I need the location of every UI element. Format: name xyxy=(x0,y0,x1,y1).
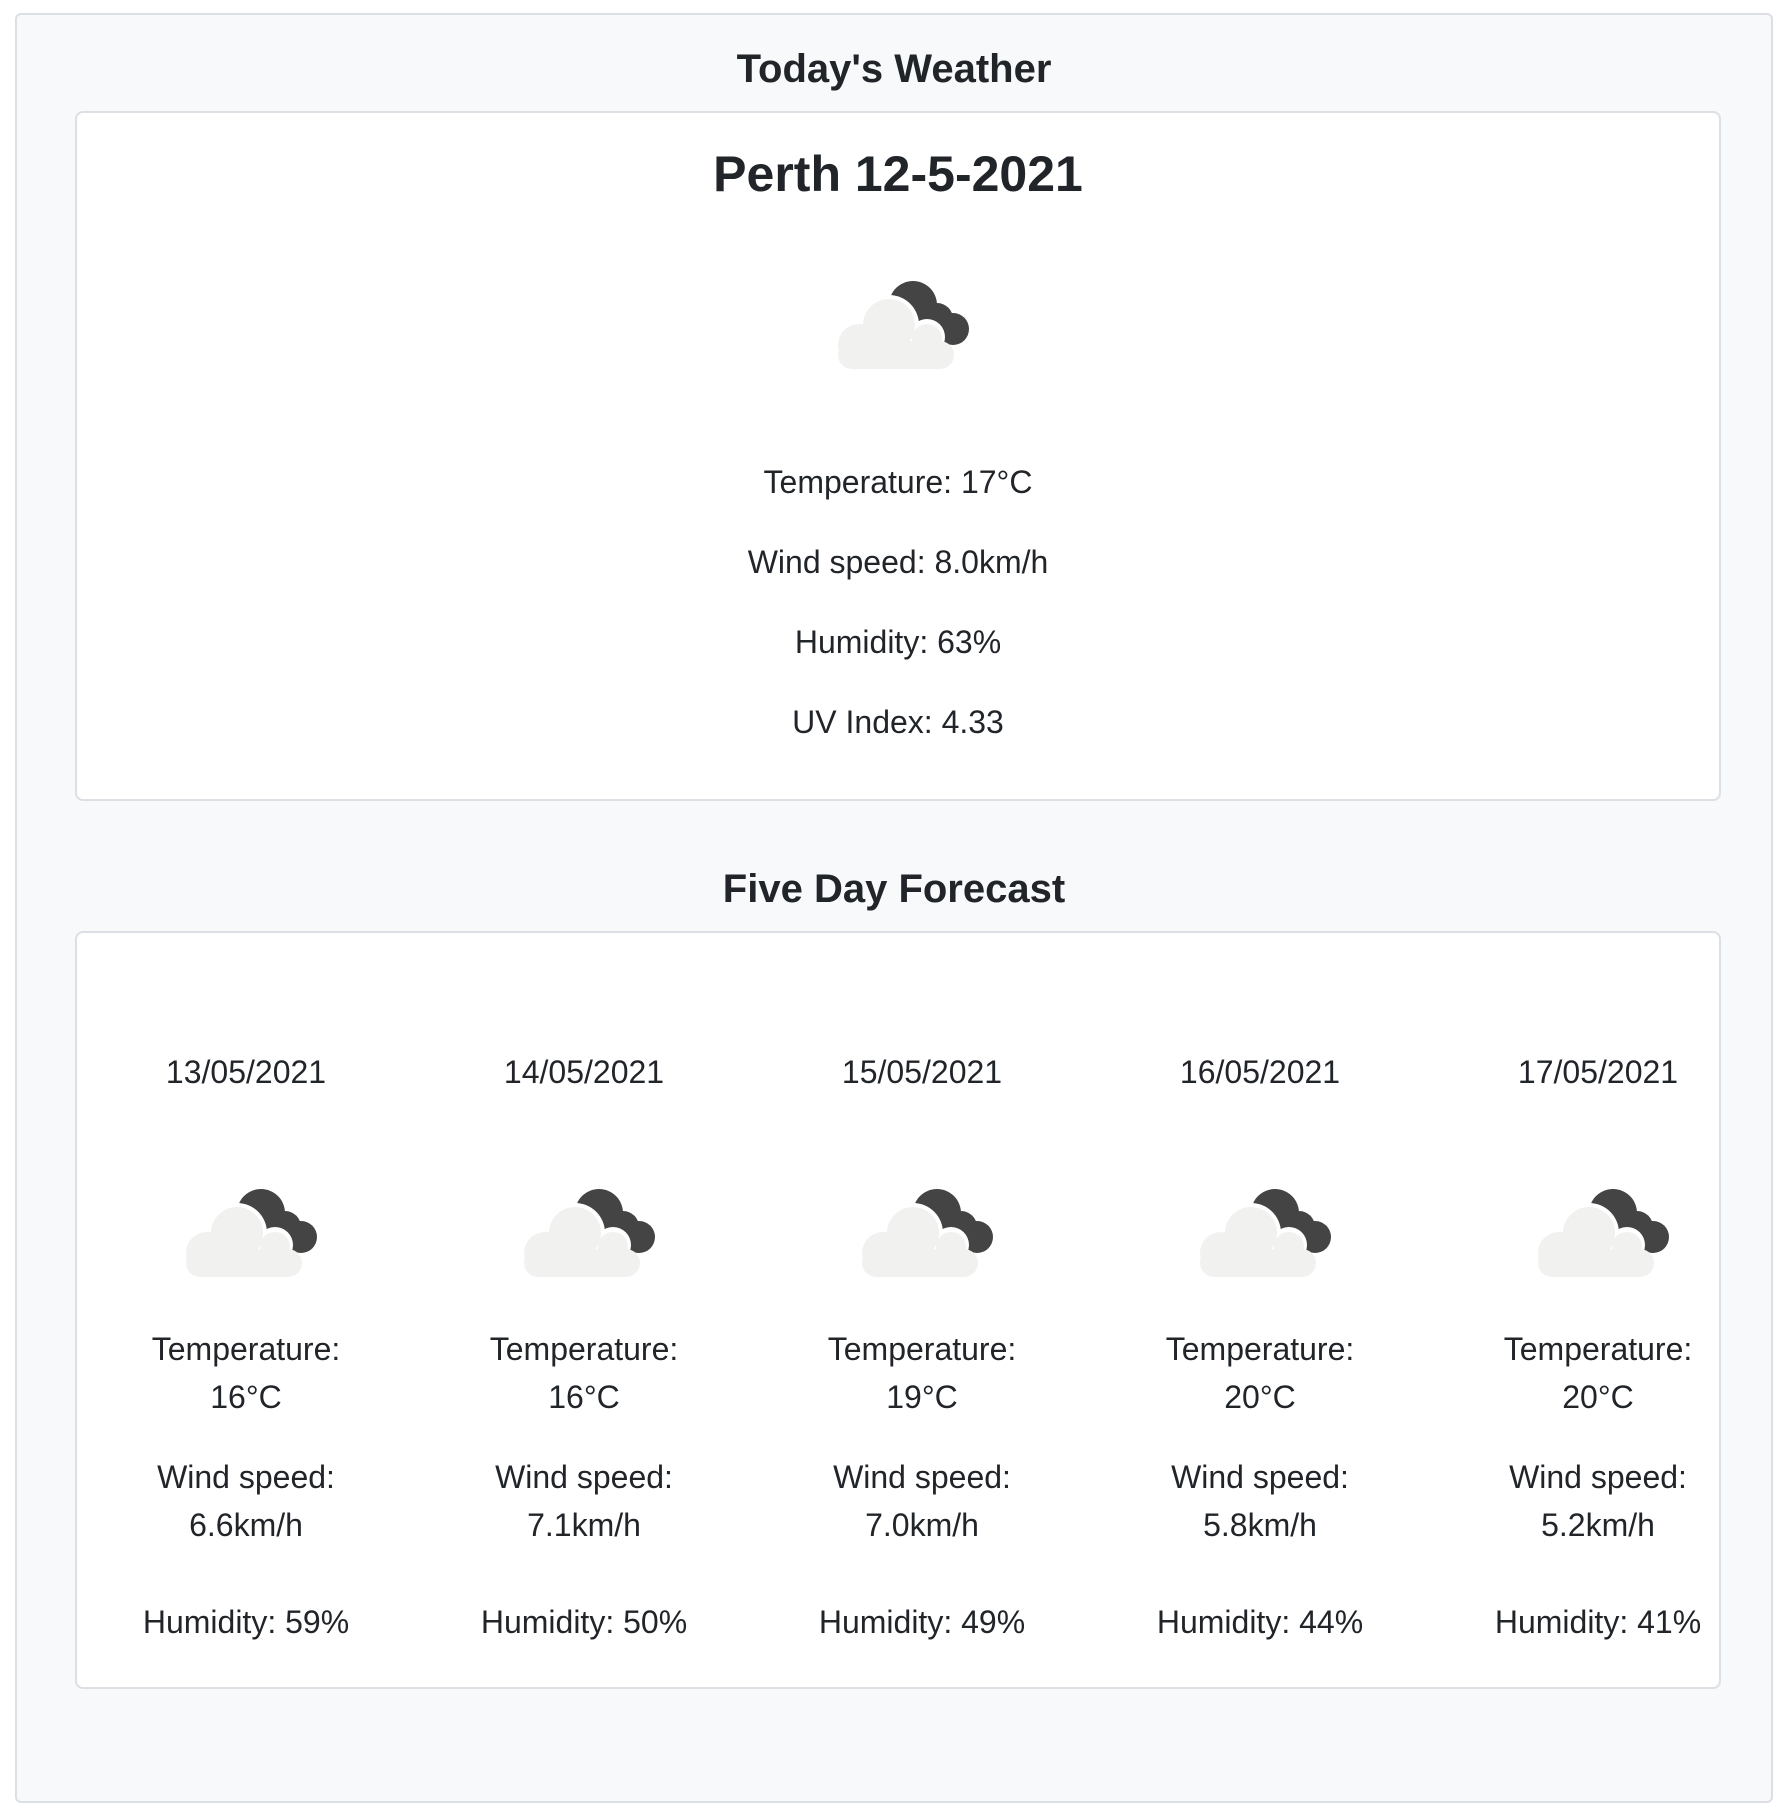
forecast-humidity: Humidity: 59% xyxy=(142,1604,350,1640)
city-date-title: Perth 12-5-2021 xyxy=(713,146,1083,202)
forecast-date: 13/05/2021 xyxy=(165,1054,327,1090)
forecast-temperature: Temperature: 20°C xyxy=(1503,1331,1693,1415)
today-temperature: Temperature: 17°C xyxy=(763,464,1033,500)
todays-weather-heading: Today's Weather xyxy=(736,47,1052,91)
five-day-forecast-heading: Five Day Forecast xyxy=(722,867,1066,911)
night-cloudy-icon xyxy=(515,1181,659,1281)
forecast-humidity: Humidity: 44% xyxy=(1156,1604,1364,1640)
forecast-day: 15/05/2021 Temperature: 19°C Wind speed:… xyxy=(753,933,1091,1687)
forecast-temperature: Temperature: 16°C xyxy=(151,1331,341,1415)
forecast-date: 14/05/2021 xyxy=(503,1054,665,1090)
forecast-wind-speed: Wind speed: 6.6km/h xyxy=(157,1459,335,1543)
night-cloudy-icon xyxy=(829,273,973,373)
forecast-temperature: Temperature: 16°C xyxy=(489,1331,679,1415)
night-cloudy-icon xyxy=(853,1181,997,1281)
night-cloudy-icon xyxy=(1191,1181,1335,1281)
five-day-forecast-card: 13/05/2021 Temperature: 16°C Wind speed:… xyxy=(75,931,1721,1689)
forecast-day: 13/05/2021 Temperature: 16°C Wind speed:… xyxy=(77,933,415,1687)
weather-panel: Today's Weather Perth 12-5-2021 Temperat… xyxy=(15,13,1773,1803)
today-wind-speed: Wind speed: 8.0km/h xyxy=(747,544,1049,580)
forecast-humidity: Humidity: 49% xyxy=(818,1604,1026,1640)
forecast-day: 17/05/2021 Temperature: 20°C Wind speed:… xyxy=(1429,933,1767,1687)
forecast-temperature: Temperature: 20°C xyxy=(1165,1331,1355,1415)
forecast-date: 16/05/2021 xyxy=(1179,1054,1341,1090)
night-cloudy-icon xyxy=(177,1181,321,1281)
forecast-wind-speed: Wind speed: 7.0km/h xyxy=(833,1459,1011,1543)
night-cloudy-icon xyxy=(1529,1181,1673,1281)
today-humidity: Humidity: 63% xyxy=(794,624,1002,660)
forecast-wind-speed: Wind speed: 5.8km/h xyxy=(1171,1459,1349,1543)
forecast-day: 16/05/2021 Temperature: 20°C Wind speed:… xyxy=(1091,933,1429,1687)
forecast-date: 15/05/2021 xyxy=(841,1054,1003,1090)
forecast-date: 17/05/2021 xyxy=(1517,1054,1679,1090)
forecast-day: 14/05/2021 Temperature: 16°C Wind speed:… xyxy=(415,933,753,1687)
forecast-temperature: Temperature: 19°C xyxy=(827,1331,1017,1415)
forecast-humidity: Humidity: 41% xyxy=(1494,1604,1702,1640)
today-weather-card: Perth 12-5-2021 Temperature: 17°C Wind s… xyxy=(75,111,1721,801)
forecast-humidity: Humidity: 50% xyxy=(480,1604,688,1640)
today-uv-index: UV Index: 4.33 xyxy=(792,704,1004,740)
forecast-wind-speed: Wind speed: 7.1km/h xyxy=(495,1459,673,1543)
forecast-wind-speed: Wind speed: 5.2km/h xyxy=(1509,1459,1687,1543)
